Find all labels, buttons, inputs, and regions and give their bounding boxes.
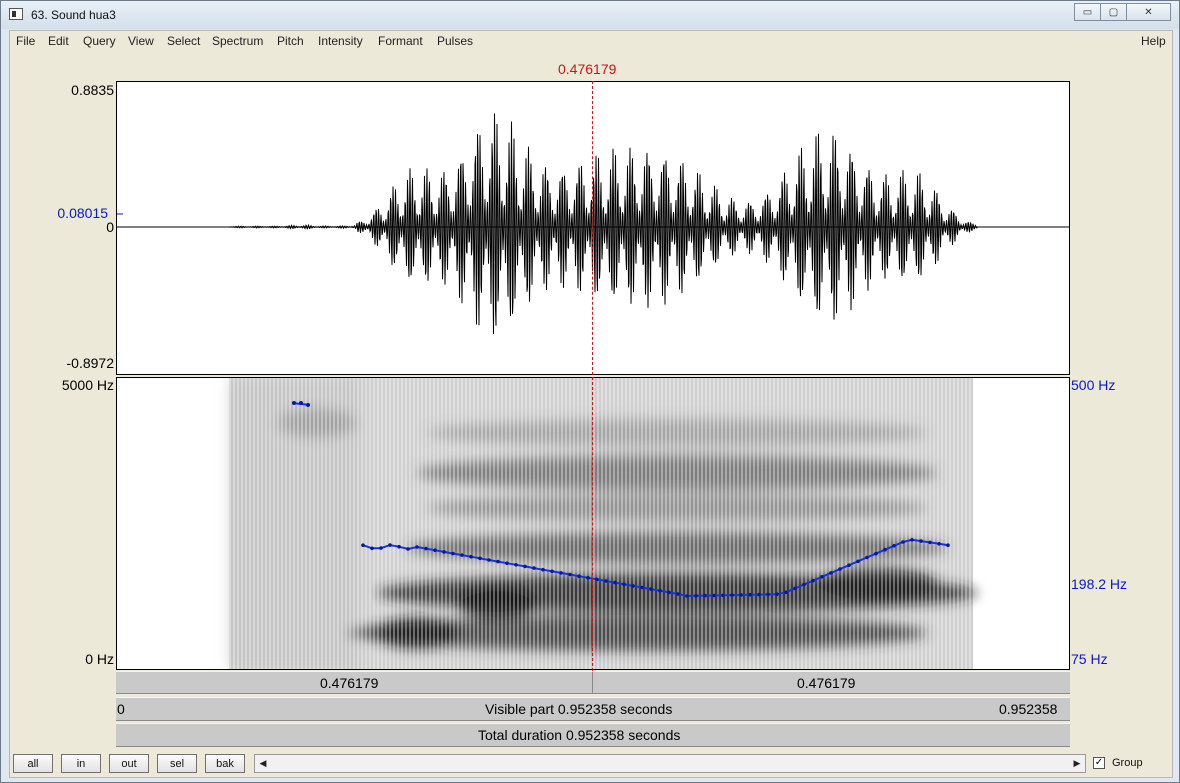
waveform-ymax-label: 0.8835 <box>71 82 114 98</box>
menu-edit[interactable]: Edit <box>48 34 69 48</box>
menu-select[interactable]: Select <box>167 34 200 48</box>
zoom-out-button[interactable]: out <box>109 754 149 773</box>
cursor-line <box>592 81 593 671</box>
spectrogram-fmin-label: 0 Hz <box>85 651 114 667</box>
menu-bar: File Edit Query View Select Spectrum Pit… <box>10 31 1172 51</box>
title-bar[interactable]: 63. Sound hua3 ▭ ▢ ✕ <box>1 1 1179 29</box>
visible-part-bar[interactable]: 0 Visible part 0.952358 seconds 0.952358 <box>116 697 1070 721</box>
time-scrollbar[interactable]: ◀ ▶ <box>254 754 1086 773</box>
menu-intensity[interactable]: Intensity <box>318 34 363 48</box>
menu-pitch[interactable]: Pitch <box>277 34 304 48</box>
waveform-panel[interactable] <box>116 81 1070 375</box>
waveform-graphic <box>117 113 1069 335</box>
scroll-right-arrow-icon[interactable]: ▶ <box>1069 755 1085 772</box>
pitch-max-label: 500 Hz <box>1071 377 1116 393</box>
close-button[interactable]: ✕ <box>1126 3 1171 21</box>
menu-pulses[interactable]: Pulses <box>437 34 473 48</box>
minimize-button[interactable]: ▭ <box>1074 3 1101 21</box>
spectrogram-fmax-label: 5000 Hz <box>61 377 114 393</box>
menu-formant[interactable]: Formant <box>378 34 423 48</box>
menu-view[interactable]: View <box>128 34 154 48</box>
group-label: Group <box>1112 757 1143 769</box>
total-duration-bar[interactable]: Total duration 0.952358 seconds <box>116 723 1070 747</box>
waveform-zero-label: 0 <box>106 219 114 235</box>
zoom-all-button[interactable]: all <box>13 754 53 773</box>
right-segment[interactable]: 0.476179 <box>593 672 1068 693</box>
time-segment-bar: 0.476179 0.476179 <box>116 671 1070 694</box>
maximize-button[interactable]: ▢ <box>1100 3 1127 21</box>
spectrogram-graphic <box>229 378 977 669</box>
menu-spectrum[interactable]: Spectrum <box>212 34 263 48</box>
waveform-ymin-label: -0.8972 <box>66 355 114 371</box>
cursor-time-label: 0.476179 <box>558 61 617 77</box>
visible-part-label: Visible part 0.952358 seconds <box>485 701 673 717</box>
bottom-toolbar: all in out sel bak ◀ ▶ ✓ Group <box>10 751 1172 777</box>
right-segment-label: 0.476179 <box>797 675 856 691</box>
visible-end-label: 0.952358 <box>999 701 1058 717</box>
zoom-in-button[interactable]: in <box>61 754 101 773</box>
left-segment-label: 0.476179 <box>320 675 379 691</box>
menu-file[interactable]: File <box>16 34 35 48</box>
menu-query[interactable]: Query <box>83 34 116 48</box>
group-checkbox[interactable]: ✓ <box>1093 757 1105 769</box>
zoom-selection-button[interactable]: sel <box>157 754 197 773</box>
spectrogram-panel[interactable] <box>116 377 1070 670</box>
pitch-mid-label: 198.2 Hz <box>1071 576 1128 592</box>
menu-help[interactable]: Help <box>1141 34 1166 48</box>
sound-editor-window: 63. Sound hua3 ▭ ▢ ✕ File Edit Query Vie… <box>0 0 1180 783</box>
app-icon <box>9 8 23 20</box>
pitch-min-label: 75 Hz <box>1071 651 1108 667</box>
visible-start-label: 0 <box>117 701 125 717</box>
zoom-back-button[interactable]: bak <box>205 754 245 773</box>
editor-client-area: File Edit Query View Select Spectrum Pit… <box>9 30 1173 778</box>
window-title: 63. Sound hua3 <box>31 8 116 22</box>
scroll-left-arrow-icon[interactable]: ◀ <box>255 755 271 772</box>
left-segment[interactable]: 0.476179 <box>116 672 591 693</box>
total-duration-label: Total duration 0.952358 seconds <box>478 727 681 743</box>
